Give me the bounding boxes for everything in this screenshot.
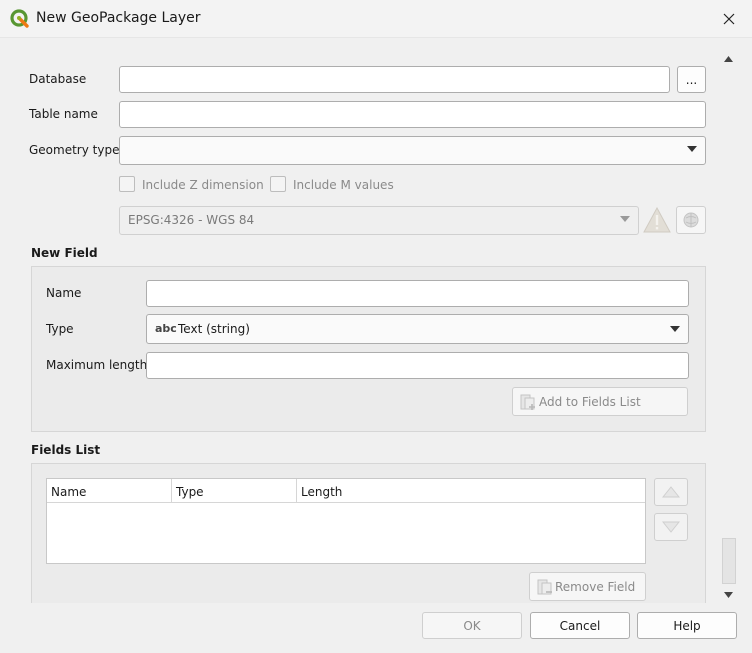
window-title: New GeoPackage Layer [36, 10, 201, 26]
vertical-scrollbar[interactable] [720, 52, 736, 603]
include-z-label: Include Z dimension [142, 178, 264, 192]
table-name-input[interactable] [119, 101, 706, 128]
scroll-up-arrow-icon[interactable] [724, 56, 733, 62]
table-name-label: Table name [29, 107, 98, 121]
add-field-icon [520, 394, 535, 410]
move-up-button[interactable] [654, 478, 688, 506]
include-m-label: Include M values [293, 178, 394, 192]
triangle-up-icon [662, 486, 680, 498]
max-length-label: Maximum length [46, 358, 148, 372]
close-icon [723, 13, 735, 25]
cancel-button[interactable]: Cancel [530, 612, 630, 639]
field-type-select[interactable]: abc Text (string) [146, 314, 689, 344]
crs-select[interactable]: EPSG:4326 - WGS 84 [119, 206, 639, 235]
warning-icon [643, 207, 671, 233]
field-name-input[interactable] [146, 280, 689, 307]
field-type-value: Text (string) [178, 322, 250, 336]
chevron-down-icon [687, 146, 697, 152]
new-field-title: New Field [31, 246, 98, 260]
remove-field-button[interactable]: Remove Field [529, 572, 646, 601]
geometry-type-select[interactable] [119, 136, 706, 165]
database-label: Database [29, 72, 87, 86]
field-name-label: Name [46, 286, 82, 300]
scrollbar-thumb[interactable] [722, 538, 736, 584]
chevron-down-icon [670, 326, 680, 332]
browse-button[interactable]: ... [677, 66, 706, 93]
help-button[interactable]: Help [637, 612, 737, 639]
chevron-down-icon [620, 216, 630, 222]
max-length-input[interactable] [146, 352, 689, 379]
include-z-checkbox[interactable] [119, 176, 135, 192]
database-input[interactable] [119, 66, 670, 93]
fields-list-title: Fields List [31, 443, 101, 457]
fields-table[interactable]: Name Type Length [46, 478, 646, 564]
close-button[interactable] [706, 0, 752, 38]
scroll-down-arrow-icon[interactable] [724, 592, 733, 598]
globe-icon [683, 212, 699, 228]
column-header-type[interactable]: Type [172, 479, 297, 503]
add-to-fields-list-button[interactable]: Add to Fields List [512, 387, 688, 416]
text-type-icon: abc [155, 322, 177, 335]
qgis-logo-icon [10, 9, 29, 28]
triangle-down-icon [662, 521, 680, 533]
select-crs-button[interactable] [676, 206, 706, 234]
ok-button[interactable]: OK [422, 612, 522, 639]
geometry-type-label: Geometry type [29, 143, 120, 157]
move-down-button[interactable] [654, 513, 688, 541]
remove-field-icon [537, 579, 552, 595]
column-header-name[interactable]: Name [47, 479, 172, 503]
field-type-label: Type [46, 322, 74, 336]
column-header-length[interactable]: Length [297, 479, 645, 503]
include-m-checkbox[interactable] [270, 176, 286, 192]
title-bar: New GeoPackage Layer [0, 0, 752, 38]
